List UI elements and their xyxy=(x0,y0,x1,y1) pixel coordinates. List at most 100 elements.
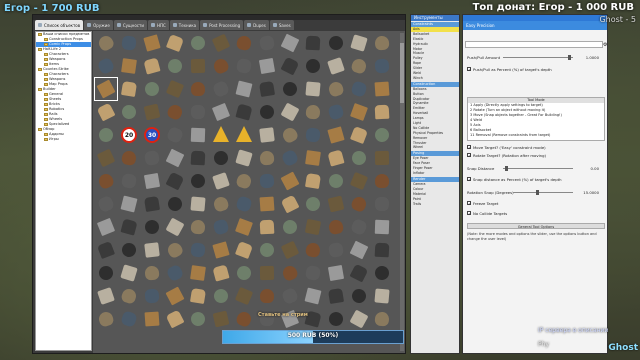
prop-thumbnail[interactable] xyxy=(187,285,209,307)
prop-thumbnail[interactable] xyxy=(95,193,117,215)
prop-thumbnail[interactable] xyxy=(302,262,324,284)
prop-thumbnail[interactable] xyxy=(348,101,370,123)
prop-thumbnail[interactable] xyxy=(348,262,370,284)
prop-thumbnail[interactable] xyxy=(95,147,117,169)
prop-thumbnail[interactable] xyxy=(233,216,255,238)
prop-thumbnail[interactable] xyxy=(256,193,278,215)
prop-thumbnail[interactable] xyxy=(325,124,347,146)
prop-thumbnail[interactable] xyxy=(233,147,255,169)
prop-grid-scrollbar[interactable] xyxy=(400,33,404,351)
prop-thumbnail[interactable] xyxy=(256,55,278,77)
prop-thumbnail[interactable] xyxy=(141,101,163,123)
prop-thumbnail[interactable] xyxy=(371,78,393,100)
tab-7[interactable]: Saves xyxy=(269,20,294,30)
prop-thumbnail[interactable] xyxy=(233,262,255,284)
prop-thumbnail[interactable] xyxy=(141,308,163,330)
push-pull-knob[interactable] xyxy=(568,55,571,60)
prop-thumbnail[interactable] xyxy=(233,308,255,330)
prop-thumbnail[interactable] xyxy=(164,216,186,238)
prop-thumbnail[interactable] xyxy=(348,193,370,215)
prop-thumbnail[interactable] xyxy=(187,78,209,100)
prop-thumbnail[interactable] xyxy=(210,239,232,261)
prop-thumbnail[interactable] xyxy=(187,170,209,192)
prop-thumbnail[interactable] xyxy=(325,32,347,54)
snap-distance-slider[interactable] xyxy=(503,168,573,169)
prop-thumbnail[interactable] xyxy=(348,239,370,261)
prop-thumbnail[interactable] xyxy=(371,147,393,169)
prop-thumbnail[interactable] xyxy=(325,170,347,192)
tab-2[interactable]: Сущности xyxy=(113,20,147,30)
prop-thumbnail[interactable] xyxy=(302,147,324,169)
prop-thumbnail[interactable] xyxy=(187,216,209,238)
scroll-thumb[interactable] xyxy=(400,43,404,103)
prop-thumbnail[interactable] xyxy=(348,55,370,77)
prop-thumbnail[interactable] xyxy=(118,239,140,261)
prop-thumbnail[interactable] xyxy=(256,285,278,307)
prop-thumbnail[interactable] xyxy=(279,147,301,169)
prop-thumbnail[interactable] xyxy=(371,170,393,192)
prop-thumbnail[interactable] xyxy=(164,285,186,307)
prop-thumbnail[interactable] xyxy=(302,32,324,54)
tool-mode-list[interactable]: Tool Mode 1 Apply (Directly apply settin… xyxy=(467,97,605,141)
prop-thumbnail[interactable] xyxy=(302,101,324,123)
prop-thumbnail[interactable] xyxy=(141,216,163,238)
prop-thumbnail[interactable] xyxy=(118,193,140,215)
prop-thumbnail[interactable] xyxy=(256,147,278,169)
prop-thumbnail[interactable] xyxy=(141,147,163,169)
prop-thumbnail[interactable] xyxy=(164,32,186,54)
prop-thumbnail[interactable] xyxy=(256,101,278,123)
prop-thumbnail[interactable] xyxy=(371,55,393,77)
prop-thumbnail[interactable] xyxy=(164,55,186,77)
prop-thumbnail[interactable] xyxy=(325,101,347,123)
prop-thumbnail[interactable] xyxy=(371,101,393,123)
prop-thumbnail[interactable] xyxy=(95,32,117,54)
push-pull-slider[interactable] xyxy=(503,57,573,58)
prop-thumbnail[interactable] xyxy=(118,32,140,54)
prop-thumbnail[interactable] xyxy=(256,170,278,192)
prop-thumbnail[interactable] xyxy=(141,55,163,77)
prop-thumbnail[interactable] xyxy=(164,239,186,261)
prop-thumbnail[interactable] xyxy=(256,124,278,146)
prop-thumbnail[interactable] xyxy=(348,124,370,146)
prop-thumbnail[interactable] xyxy=(348,285,370,307)
freeze-target-checkbox[interactable] xyxy=(467,201,471,206)
tab-5[interactable]: Post Processing xyxy=(200,20,244,30)
prop-thumbnail[interactable] xyxy=(279,78,301,100)
prop-thumbnail[interactable] xyxy=(302,239,324,261)
prop-thumbnail[interactable] xyxy=(210,193,232,215)
prop-thumbnail[interactable] xyxy=(233,124,255,146)
prop-thumbnail[interactable] xyxy=(348,78,370,100)
tool-item[interactable]: Inflator xyxy=(411,171,459,176)
rotation-snap-slider[interactable] xyxy=(513,192,573,193)
prop-thumbnail[interactable] xyxy=(256,32,278,54)
prop-thumbnail[interactable] xyxy=(302,285,324,307)
prop-thumbnail[interactable] xyxy=(187,124,209,146)
prop-thumbnail[interactable] xyxy=(210,147,232,169)
tab-0[interactable]: Список объектов xyxy=(35,20,84,30)
prop-thumbnail[interactable]: 20 xyxy=(118,124,140,146)
tab-1[interactable]: Оружие xyxy=(84,20,113,30)
prop-thumbnail[interactable] xyxy=(233,170,255,192)
general-options-button[interactable]: General Tool Options xyxy=(467,223,605,229)
prop-thumbnail[interactable] xyxy=(371,262,393,284)
prop-thumbnail[interactable] xyxy=(187,101,209,123)
prop-thumbnail[interactable] xyxy=(118,308,140,330)
prop-thumbnail[interactable] xyxy=(118,78,140,100)
prop-thumbnail[interactable] xyxy=(210,101,232,123)
tab-3[interactable]: НПС xyxy=(147,20,169,30)
prop-thumbnail[interactable] xyxy=(164,78,186,100)
prop-thumbnail[interactable] xyxy=(210,78,232,100)
prop-thumbnail[interactable] xyxy=(141,239,163,261)
prop-thumbnail[interactable] xyxy=(256,262,278,284)
tab-4[interactable]: Техника xyxy=(169,20,200,30)
prop-thumbnail[interactable] xyxy=(302,193,324,215)
prop-thumbnail[interactable] xyxy=(279,55,301,77)
preset-options-icon[interactable]: ⚙ xyxy=(603,42,607,48)
prop-thumbnail[interactable] xyxy=(371,239,393,261)
tools-tab[interactable]: Инструменты xyxy=(411,15,459,21)
tool-item[interactable]: Winch xyxy=(411,76,459,81)
prop-thumbnail[interactable] xyxy=(141,78,163,100)
prop-thumbnail[interactable] xyxy=(118,170,140,192)
nocollide-checkbox[interactable] xyxy=(467,211,471,216)
prop-thumbnail[interactable] xyxy=(141,262,163,284)
